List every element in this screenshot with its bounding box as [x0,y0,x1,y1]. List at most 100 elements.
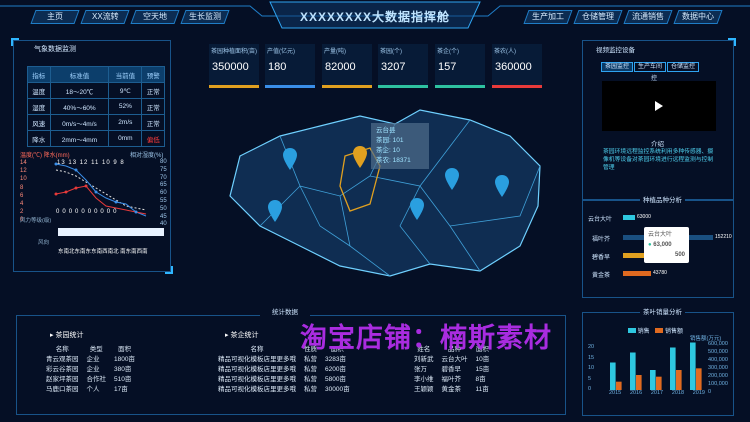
map-tooltip-title: 云台县 [376,127,396,134]
weather-table: 指标 标准值 当前值 预警 温度 18～20℃ 9℃ 正常 湿度 40%～60% 52% 正… [27,66,165,147]
stat-value: 350000 [212,61,249,73]
tab-processing[interactable]: 生产加工 [523,10,573,24]
tick: 2017 [650,390,664,396]
cell: 6200亩 [325,366,346,373]
sales-amount-bar [656,376,662,390]
weather-top-labels: 13 13 12 11 10 9 8 [57,160,125,166]
tick: 西南 [102,249,114,255]
tab-data-center[interactable]: 数据中心 [673,10,723,24]
video-intro-title: 介绍 [651,141,664,148]
tick: 14 [20,160,27,166]
variety-bar-label: 43780 [653,270,667,276]
map-pin-icon[interactable] [410,198,424,220]
legend-swatch [628,328,636,333]
variety-name: 福叶芥 [592,237,611,243]
video-player[interactable] [602,81,716,131]
map-pin-icon[interactable] [445,168,459,190]
tab-warehouse[interactable]: 仓储管理 [573,10,623,24]
tick: 400,000 [708,357,728,363]
variety-tooltip: 云台大叶 ● 63,000 500 [644,227,689,263]
sales-title: 茶叶销量分析 [640,306,685,316]
data-label: 13 [68,160,78,166]
stat-card: 茶园种植面积(亩) 350000 [209,44,259,88]
tab-xx-flow[interactable]: XX流转 [80,10,130,24]
cell: 私营 [304,366,317,373]
tick: 300,000 [708,365,728,371]
map-pin-icon[interactable] [495,175,509,197]
weather-chart-left-ticks: 14 12 10 8 6 4 2 0 [20,159,27,225]
wind-strip [58,228,164,236]
status-badge: 偏低 [141,130,165,147]
table-row: 彩云谷茶园 企业 380亩 [42,363,139,373]
table-row: 精品可视化模板店里更多哦 私营 5800亩 [214,373,354,383]
sales-amount-bar [616,381,622,390]
tick: 5 [588,375,592,382]
variety-bar-label: 152210 [715,234,732,240]
cell: 企业 [86,356,100,363]
stat-bar [435,85,485,88]
stat-label: 产量(吨) [324,49,346,55]
tab-workshop[interactable]: 生产车间 [634,62,666,72]
tick: 75 [160,166,167,173]
table-row: 张万 碧香早 15亩 [410,363,493,373]
col-header: 名称 [250,346,264,353]
tab-air-space[interactable]: 空天地 [130,10,180,24]
col-header: 类型 [89,346,103,353]
variety-tooltip-value: 500 [648,250,685,260]
cell: 碧香早 [441,366,462,373]
cell: 30000亩 [325,386,350,393]
tab-garden-monitor[interactable]: 茶园监控 [601,62,633,72]
sales-bar [650,370,656,390]
stat-bar [322,85,372,88]
cell: 5800亩 [325,376,346,383]
stat-bar [378,85,428,88]
tick: 70 [160,174,167,181]
tab-growth-label: 生长监测 [189,12,221,21]
play-icon[interactable] [655,101,663,111]
sales-right-ticks: 600,000 500,000 400,000 300,000 200,000 100,0… [708,340,728,396]
tab-xx-flow-label: XX流转 [91,12,119,21]
map-pin-icon[interactable] [283,148,297,170]
legend-swatch [655,328,664,333]
tab-home[interactable]: 主页 [30,10,80,24]
stat-card: 茶农(人) 360000 [492,44,542,88]
cell: 王颖颖 [414,386,434,393]
video-intro-text: 茶园环境远程监控系统利用多种传感器、摄像机等设备对茶园环境进行远程监测与控制管理 [603,149,714,171]
stat-card: 产量(吨) 82000 [322,44,372,88]
cell: 11亩 [475,386,489,393]
variety-bar-label: 63000 [637,214,651,220]
map-pin-active-icon[interactable] [353,146,367,168]
data-label: 0 [113,209,120,215]
video-title: 视频监控设备 [596,47,635,54]
tick: 4 [20,201,24,208]
cell: 2mm～4mm [49,130,110,147]
sales-bar [610,362,616,390]
wind-direction-values: 东南北东南东东南西南北 南东南西南 [58,247,148,255]
sales-bar [630,352,636,390]
col-header: 面积 [117,346,131,353]
map-pin-icon[interactable] [268,200,282,222]
tick: 2016 [629,390,643,396]
tick: 0 [708,389,712,395]
cell: 510亩 [114,376,132,383]
garden-table: 名称 类型 面积 青云观茶园 企业 1800亩 彩云谷茶园 企业 380亩 赵家坪茶园 合作社… [42,343,139,393]
cell: 青云观茶园 [46,356,79,363]
sales-amount-bar [636,375,642,390]
variety-name: 云台大叶 [588,217,613,223]
tick: 8 [20,184,24,191]
tab-growth[interactable]: 生长监测 [180,10,230,24]
stat-value: 157 [438,61,457,73]
sales-bar-chart [610,342,702,390]
tab-storage-monitor[interactable]: 仓储监控 [667,62,699,72]
table-row: 王颖颖 黄金茶 11亩 [410,383,493,393]
stat-value: 82000 [325,61,356,73]
table-row: 精品可视化模板店里更多哦 私营 30000亩 [214,383,354,393]
garden-stats-title-text: 茶园统计 [55,332,84,339]
variety-name: 黄金茶 [592,273,611,279]
page-title: XXXXXXXX大数据指挥舱 [299,10,451,24]
cell: 18～20℃ [49,82,110,99]
tab-sales[interactable]: 流通销售 [623,10,673,24]
variety-tooltip-title: 云台大叶 [648,232,673,238]
cell: 私营 [304,376,317,383]
table-row: 精品可视化模板店里更多哦 私营 6200亩 [214,363,354,373]
